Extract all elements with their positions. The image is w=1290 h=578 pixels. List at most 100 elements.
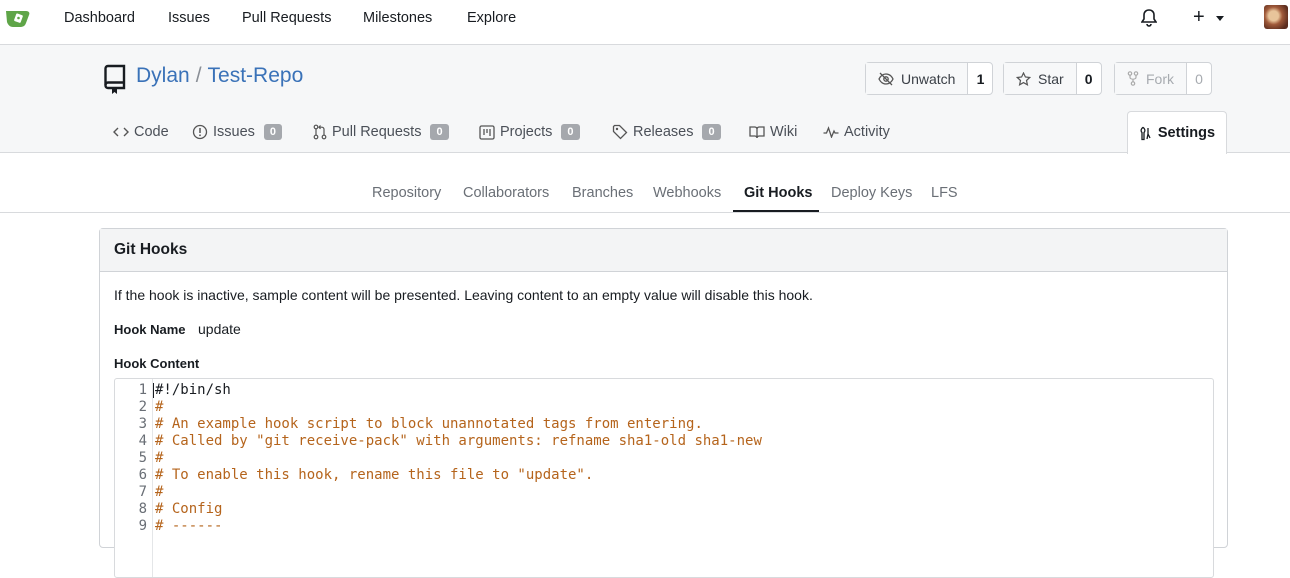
line-number: 9 (138, 518, 147, 534)
tab-pull-requests[interactable]: Pull Requests 0 (313, 124, 449, 140)
star-label: Star (1038, 70, 1064, 87)
watch-button-group: Unwatch 1 (865, 62, 994, 95)
tab-settings-label: Settings (1157, 125, 1216, 141)
book-icon (749, 125, 765, 139)
settings-subnav: Repository Collaborators Branches Webhoo… (0, 153, 1290, 213)
code-line[interactable]: 2 # (115, 399, 164, 416)
nav-milestones[interactable]: Milestones (363, 10, 432, 26)
tab-code[interactable]: Code (113, 124, 169, 140)
line-number: 6 (138, 467, 147, 483)
code-line[interactable]: 8 # Config (115, 501, 223, 518)
gitea-logo-icon[interactable] (4, 6, 32, 30)
line-number: 3 (138, 416, 147, 432)
git-hooks-panel: Git Hooks If the hook is inactive, sampl… (99, 228, 1228, 578)
projects-count-badge: 0 (561, 124, 580, 140)
eye-slash-icon (878, 72, 894, 86)
tab-settings[interactable]: Settings (1127, 111, 1227, 154)
tools-icon (1139, 126, 1152, 141)
unwatch-button[interactable]: Unwatch (866, 63, 969, 94)
hook-content-label: Hook Content (114, 356, 200, 371)
tab-activity-label: Activity (844, 124, 890, 140)
fork-icon (1127, 71, 1139, 86)
tab-issues[interactable]: Issues 0 (192, 124, 283, 140)
pulse-icon (823, 126, 839, 138)
create-new-plus-icon[interactable]: + (1193, 6, 1205, 29)
code-line-text: # To enable this hook, rename this file … (155, 467, 594, 483)
repo-owner-link[interactable]: Dylan (136, 64, 190, 87)
code-line-text: # An example hook script to block unanno… (155, 416, 703, 432)
line-number: 1 (138, 382, 147, 398)
subnav-lfs[interactable]: LFS (931, 185, 958, 201)
subnav-deploy-keys[interactable]: Deploy Keys (831, 185, 912, 201)
nav-issues[interactable]: Issues (168, 10, 210, 26)
line-number: 5 (138, 450, 147, 466)
star-icon (1016, 71, 1031, 86)
project-board-icon (479, 124, 495, 140)
pull-request-icon (313, 124, 327, 140)
nav-explore[interactable]: Explore (467, 10, 516, 26)
tab-releases[interactable]: Releases 0 (612, 124, 721, 140)
pulls-count-badge: 0 (430, 124, 449, 140)
code-line[interactable]: 5 # (115, 450, 164, 467)
tab-issues-label: Issues (213, 124, 255, 140)
line-number: 2 (138, 399, 147, 415)
code-line[interactable]: 6 # To enable this hook, rename this file… (115, 467, 594, 484)
tab-wiki[interactable]: Wiki (749, 124, 797, 140)
hook-name-value: update (198, 321, 241, 337)
code-line-text: #!/bin/sh (155, 382, 231, 398)
subnav-webhooks[interactable]: Webhooks (653, 185, 721, 201)
text-cursor (153, 383, 154, 398)
fork-button[interactable]: Fork (1115, 63, 1187, 94)
line-number: 8 (138, 501, 147, 517)
code-line[interactable]: 1 #!/bin/sh (115, 382, 231, 399)
code-line[interactable]: 3 # An example hook script to block unann… (115, 416, 703, 433)
nav-dashboard[interactable]: Dashboard (64, 10, 135, 26)
subnav-repository[interactable]: Repository (372, 185, 441, 201)
tab-activity[interactable]: Activity (823, 124, 890, 140)
code-line[interactable]: 4 # Called by "git receive-pack" with arg… (115, 433, 762, 450)
editor-gutter-border (152, 379, 153, 577)
code-line-text: # Called by "git receive-pack" with argu… (155, 433, 762, 449)
code-line[interactable]: 7 # (115, 484, 164, 501)
tab-releases-label: Releases (633, 124, 694, 140)
code-line-text: # ------ (155, 518, 223, 534)
hook-content-editor[interactable]: 1 #!/bin/sh 2 #3 # An example hook script to… (114, 378, 1214, 578)
panel-description: If the hook is inactive, sample content … (114, 287, 813, 303)
fork-button-group: Fork 0 (1114, 62, 1212, 95)
issue-icon (192, 124, 208, 140)
tab-projects-label: Projects (500, 124, 553, 140)
star-count[interactable]: 0 (1077, 63, 1101, 94)
chevron-down-icon[interactable] (1216, 16, 1224, 21)
watch-count[interactable]: 1 (968, 63, 992, 94)
star-button[interactable]: Star (1004, 63, 1077, 94)
repo-separator: / (195, 64, 202, 87)
fork-count[interactable]: 0 (1187, 63, 1211, 94)
code-line-text: # Config (155, 501, 223, 517)
nav-pull-requests[interactable]: Pull Requests (242, 10, 331, 26)
active-tab-underline (733, 210, 819, 212)
subnav-git-hooks[interactable]: Git Hooks (744, 185, 812, 201)
avatar[interactable] (1264, 5, 1288, 29)
bell-icon[interactable] (1141, 9, 1157, 27)
code-line-text: # (155, 399, 164, 415)
code-icon (113, 126, 129, 138)
hook-name-label: Hook Name (114, 322, 186, 337)
line-number: 4 (138, 433, 147, 449)
issues-count-badge: 0 (263, 124, 283, 140)
repo-name-link[interactable]: Test-Repo (208, 64, 304, 87)
releases-count-badge: 0 (702, 124, 721, 140)
star-button-group: Star 0 (1003, 62, 1102, 95)
unwatch-label: Unwatch (901, 70, 956, 87)
tab-pull-requests-label: Pull Requests (332, 124, 422, 140)
tab-code-label: Code (134, 124, 169, 140)
subnav-collaborators[interactable]: Collaborators (463, 185, 549, 201)
repo-icon (104, 64, 126, 94)
tab-wiki-label: Wiki (770, 124, 798, 140)
code-line[interactable]: 9 # ------ (115, 518, 223, 535)
subnav-branches[interactable]: Branches (572, 185, 633, 201)
code-line-text: # (155, 484, 164, 500)
panel-title: Git Hooks (100, 229, 1227, 272)
tag-icon (612, 124, 628, 140)
tab-projects[interactable]: Projects 0 (479, 124, 580, 140)
top-navbar: Dashboard Issues Pull Requests Milestone… (0, 0, 1290, 45)
